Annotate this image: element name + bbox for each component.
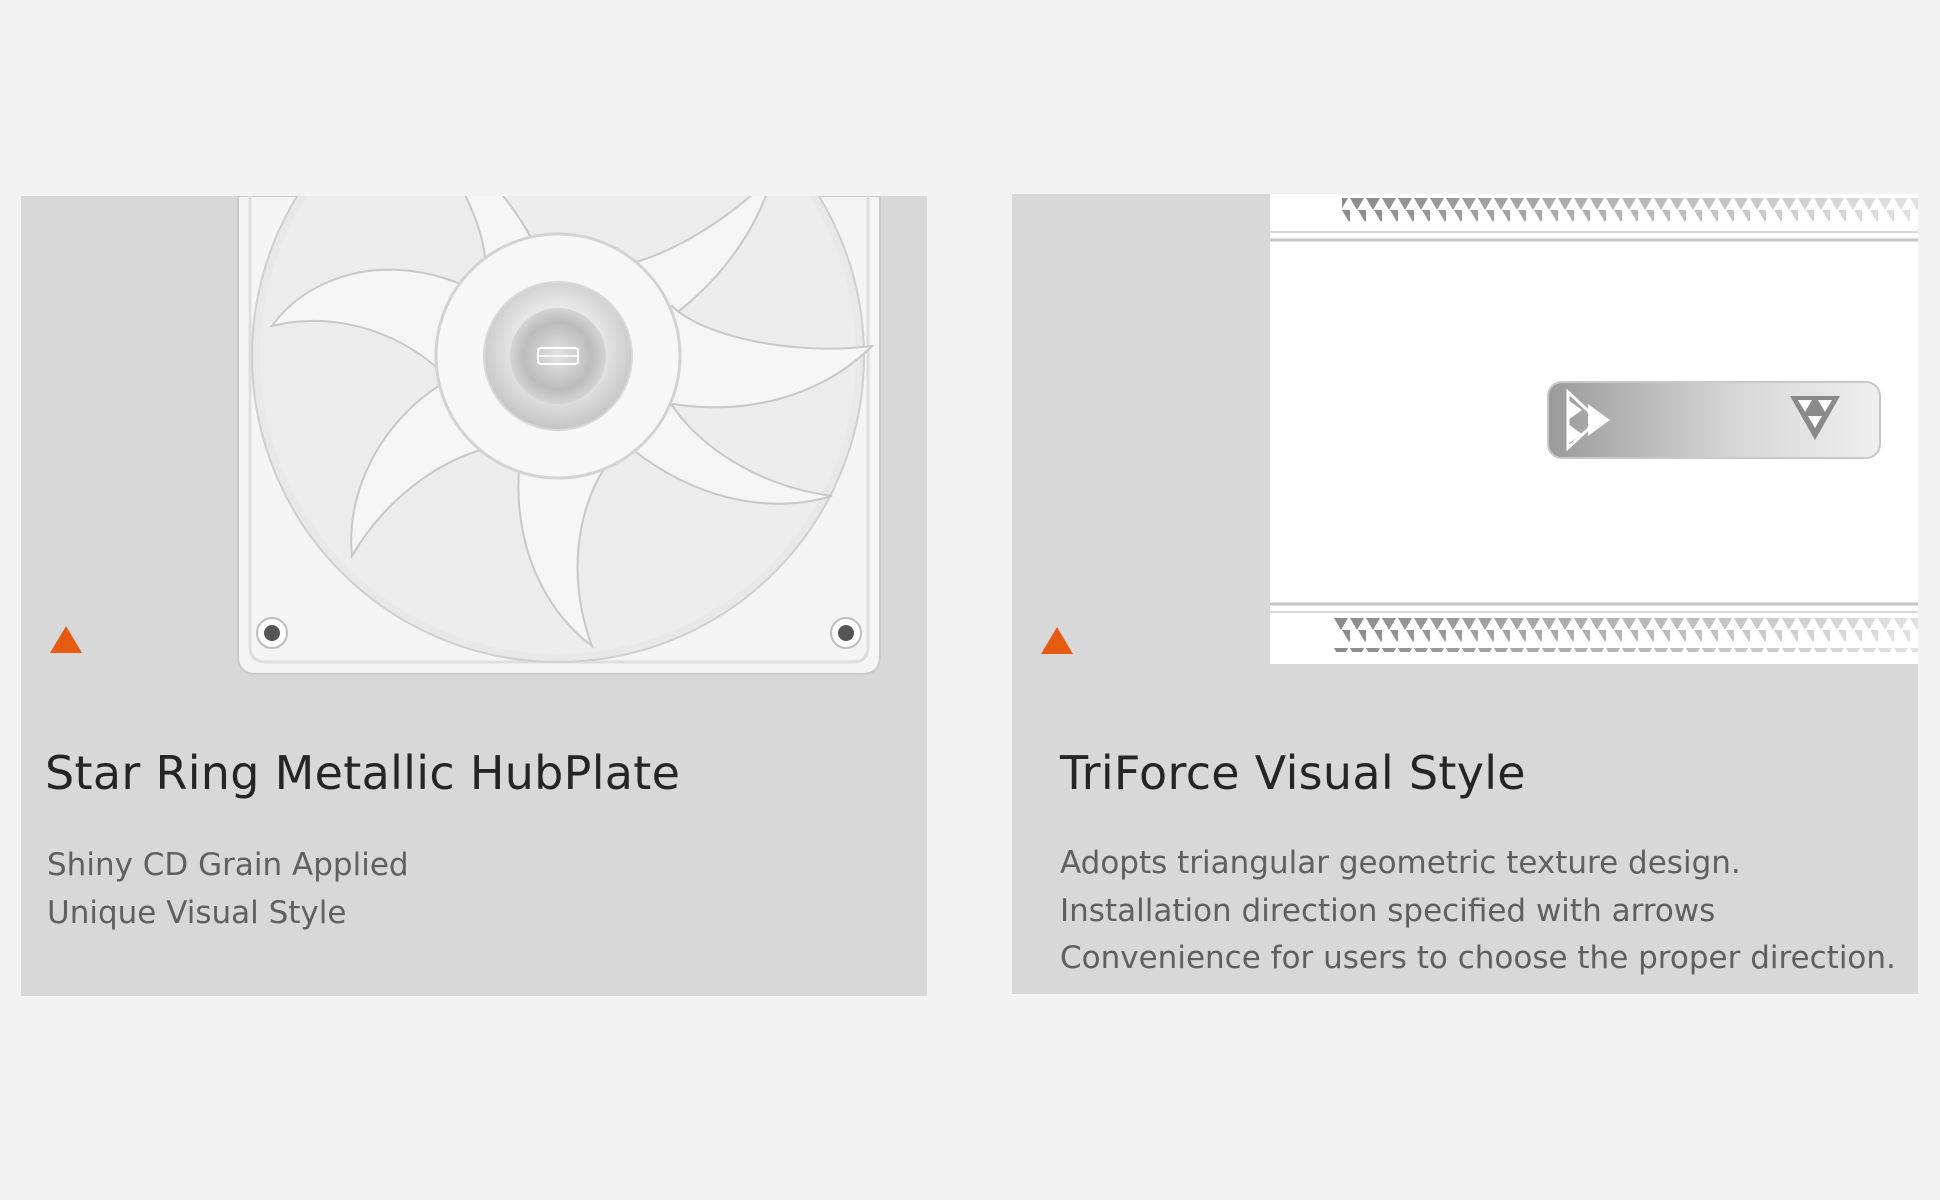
feature-card-hubplate: Star Ring Metallic HubPlate Shiny CD Gra…	[21, 196, 927, 996]
triforce-texture-image	[1270, 194, 1918, 664]
fan-icon	[237, 196, 881, 675]
feature-title: Star Ring Metallic HubPlate	[45, 746, 681, 800]
orange-triangle-icon	[1041, 627, 1073, 654]
description-line: Adopts triangular geometric texture desi…	[1060, 845, 1741, 881]
page: Star Ring Metallic HubPlate Shiny CD Gra…	[0, 0, 1940, 1200]
fan-frame-icon	[1270, 194, 1918, 664]
description-line: Unique Visual Style	[47, 894, 347, 931]
description-line: Convenience for users to choose the prop…	[1060, 940, 1896, 976]
orange-triangle-icon	[50, 626, 82, 653]
feature-description: Shiny CD Grain Applied Unique Visual Sty…	[47, 842, 409, 937]
fan-hub-image	[232, 196, 888, 676]
description-line: Shiny CD Grain Applied	[47, 847, 409, 883]
feature-card-triforce: TriForce Visual Style Adopts triangular …	[1012, 194, 1918, 994]
feature-description: Adopts triangular geometric texture desi…	[1060, 840, 1896, 983]
feature-title: TriForce Visual Style	[1060, 746, 1526, 800]
description-line: Installation direction specified with ar…	[1060, 892, 1716, 929]
